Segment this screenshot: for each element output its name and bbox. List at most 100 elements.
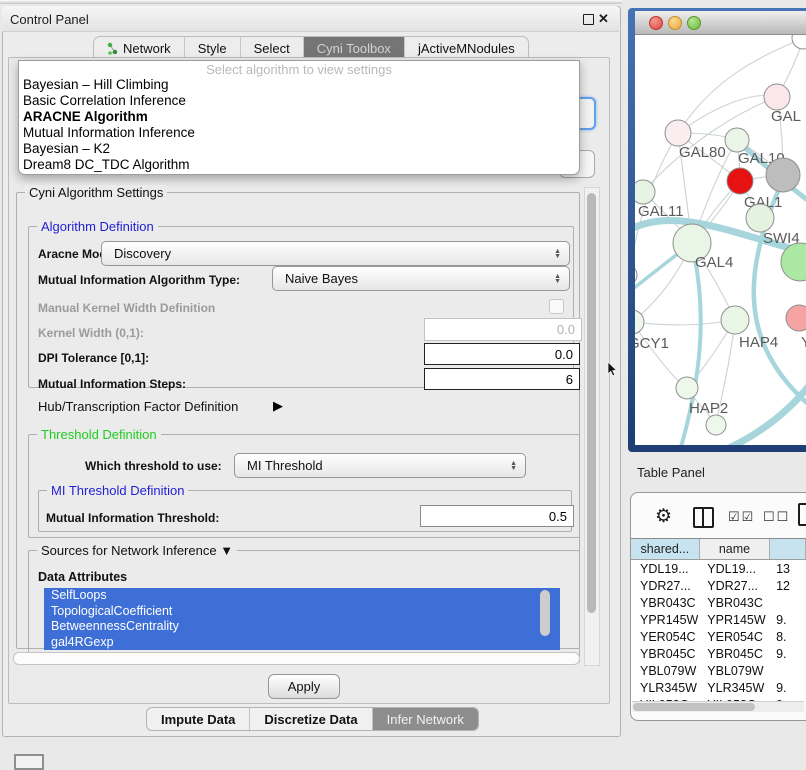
table-cell[interactable]: YER054C: [631, 628, 698, 645]
export-table-icon[interactable]: [798, 503, 806, 526]
close-icon[interactable]: ✕: [598, 11, 609, 27]
control-panel-titlebar[interactable]: [2, 6, 619, 32]
attribute-list-scrollbar[interactable]: [540, 590, 550, 636]
zoom-traffic-light-icon[interactable]: [687, 16, 701, 30]
manual-kernel-checkbox[interactable]: [549, 299, 564, 314]
mi-algorithm-type-combo[interactable]: Naive Bayes ▲▼: [272, 266, 570, 291]
table-cell[interactable]: YDL19...: [631, 560, 698, 577]
network-node-gal10[interactable]: [725, 128, 749, 152]
tab-select[interactable]: Select: [240, 37, 303, 59]
table-cell[interactable]: YDR27...: [631, 577, 698, 594]
table-cell[interactable]: YPR145W: [631, 611, 698, 628]
settings-vertical-scrollbar[interactable]: [584, 187, 600, 666]
network-node[interactable]: [635, 265, 637, 285]
mi-threshold-field[interactable]: 0.5: [420, 505, 574, 527]
which-threshold-combo[interactable]: MI Threshold ▲▼: [234, 453, 526, 478]
table-cell[interactable]: [767, 662, 806, 679]
network-node-gal11[interactable]: [635, 180, 655, 204]
network-node[interactable]: [792, 35, 806, 49]
apply-button[interactable]: Apply: [268, 674, 340, 699]
table-cell[interactable]: YBR043C: [631, 594, 698, 611]
network-node-gcy1[interactable]: [635, 310, 644, 334]
column-layout-icon[interactable]: [693, 507, 714, 528]
tab-cyni-toolbox[interactable]: Cyni Toolbox: [303, 37, 404, 59]
table-cell[interactable]: YPR145W: [698, 611, 767, 628]
table-header-row: shared...name: [631, 538, 806, 560]
collapse-arrow-icon[interactable]: ▼: [220, 543, 233, 558]
algorithm-option[interactable]: Bayesian – Hill Climbing: [19, 77, 579, 93]
table-cell[interactable]: 9.: [767, 679, 806, 696]
network-node-gal80[interactable]: [665, 120, 691, 146]
network-node[interactable]: [766, 158, 800, 192]
data-attributes-list[interactable]: SelfLoopsTopologicalCoefficientBetweenne…: [44, 588, 560, 650]
minimize-traffic-light-icon[interactable]: [668, 16, 682, 30]
tab-impute-data[interactable]: Impute Data: [147, 708, 249, 730]
table-cell[interactable]: YBR045C: [631, 645, 698, 662]
dpi-tolerance-field[interactable]: 0.0: [424, 343, 580, 365]
algorithm-option[interactable]: ARACNE Algorithm: [19, 109, 579, 125]
expand-arrow-icon[interactable]: ▶: [273, 398, 283, 414]
select-all-checkboxes-icon[interactable]: ☑☑: [728, 509, 755, 525]
docked-panel-icon[interactable]: [14, 754, 44, 770]
table-cell[interactable]: YBL079W: [631, 662, 698, 679]
table-cell[interactable]: 12: [767, 577, 806, 594]
tab-infer-network[interactable]: Infer Network: [372, 708, 478, 730]
table-cell[interactable]: 9.: [767, 611, 806, 628]
attribute-item[interactable]: gal4RGexp: [44, 635, 560, 651]
column-header[interactable]: name: [700, 539, 771, 559]
table-cell[interactable]: 13: [767, 560, 806, 577]
gear-icon[interactable]: ⚙: [655, 505, 672, 528]
table-cell[interactable]: YER054C: [698, 628, 767, 645]
network-node-gal[interactable]: [764, 84, 790, 110]
algorithm-option[interactable]: Basic Correlation Inference: [19, 93, 579, 109]
network-node[interactable]: [706, 415, 726, 435]
network-canvas[interactable]: GALGAL80GAL10GAL1GAL11SWI4GAL4GCY1HAP4YH…: [635, 35, 806, 445]
table-row[interactable]: YLR345WYLR345W9.: [631, 679, 806, 696]
close-traffic-light-icon[interactable]: [649, 16, 663, 30]
table-cell[interactable]: YDR27...: [698, 577, 767, 594]
network-window-titlebar[interactable]: [635, 11, 806, 35]
table-row[interactable]: YDR27...YDR27...12: [631, 577, 806, 594]
scrollbar-thumb[interactable]: [587, 193, 596, 613]
network-node-swi4[interactable]: [746, 204, 774, 232]
algorithm-option[interactable]: Bayesian – K2: [19, 141, 579, 157]
deselect-all-checkboxes-icon[interactable]: ☐☐: [763, 509, 790, 525]
network-node-hap4[interactable]: [721, 306, 749, 334]
scrollbar-thumb[interactable]: [633, 703, 755, 711]
column-header[interactable]: [770, 539, 806, 559]
attribute-item[interactable]: BetweennessCentrality: [44, 619, 560, 635]
network-node-y[interactable]: [786, 305, 806, 331]
table-cell[interactable]: YBR043C: [698, 594, 767, 611]
tab-network[interactable]: Network: [94, 37, 184, 59]
float-window-icon[interactable]: [583, 14, 594, 25]
attribute-item[interactable]: TopologicalCoefficient: [44, 604, 560, 620]
table-row[interactable]: YBR043CYBR043C: [631, 594, 806, 611]
table-cell[interactable]: YDL19...: [698, 560, 767, 577]
table-row[interactable]: YBL079WYBL079W: [631, 662, 806, 679]
table-cell[interactable]: YLR345W: [631, 679, 698, 696]
network-node-gal1[interactable]: [727, 168, 753, 194]
table-row[interactable]: YBR045CYBR045C9.: [631, 645, 806, 662]
column-header[interactable]: shared...: [631, 539, 700, 559]
tab-style[interactable]: Style: [184, 37, 240, 59]
table-horizontal-scrollbar[interactable]: [632, 701, 804, 712]
table-cell[interactable]: YBL079W: [698, 662, 767, 679]
table-cell[interactable]: [767, 594, 806, 611]
tab-jactivemnodules[interactable]: jActiveMNodules: [404, 37, 528, 59]
table-cell[interactable]: YBR045C: [698, 645, 767, 662]
aracne-mode-combo[interactable]: Discovery ▲▼: [101, 241, 570, 266]
mi-steps-field[interactable]: 6: [424, 368, 580, 390]
hub-definition-label[interactable]: Hub/Transcription Factor Definition: [38, 399, 238, 414]
table-row[interactable]: YPR145WYPR145W9.: [631, 611, 806, 628]
table-row[interactable]: YDL19...YDL19...13: [631, 560, 806, 577]
algorithm-option[interactable]: Dream8 DC_TDC Algorithm: [19, 157, 579, 173]
algorithm-option[interactable]: Mutual Information Inference: [19, 125, 579, 141]
network-node-hap2[interactable]: [676, 377, 698, 399]
table-cell[interactable]: YLR345W: [698, 679, 767, 696]
table-row[interactable]: YER054CYER054C8.: [631, 628, 806, 645]
tab-discretize-data[interactable]: Discretize Data: [249, 708, 371, 730]
table-cell[interactable]: 9.: [767, 645, 806, 662]
table-cell[interactable]: 8.: [767, 628, 806, 645]
attribute-item[interactable]: SelfLoops: [44, 588, 560, 604]
settings-horizontal-scrollbar[interactable]: [13, 652, 580, 665]
